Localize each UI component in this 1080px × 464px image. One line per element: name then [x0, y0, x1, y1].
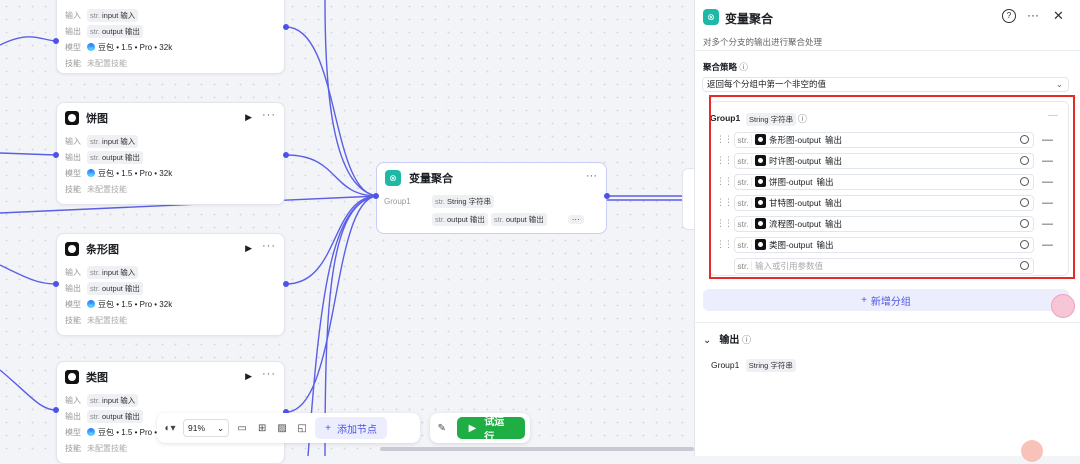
test-run-button[interactable]: ▶ 试运行	[456, 417, 525, 443]
close-icon[interactable]: ✕	[1053, 8, 1064, 24]
input-port[interactable]	[53, 407, 59, 413]
plus-icon: +	[861, 294, 867, 306]
group-output: str. output 输出	[432, 212, 488, 226]
more-icon[interactable]: ···	[586, 170, 597, 182]
doubao-model-icon	[87, 300, 95, 308]
aggregate-node-icon: ⊗	[385, 170, 401, 186]
comment-icon[interactable]: ▭	[235, 423, 249, 434]
info-icon: ⓘ	[739, 62, 748, 72]
run-toolbar: ✎ ▶ 试运行	[430, 413, 530, 443]
minimap-icon[interactable]: ◱	[295, 423, 309, 434]
variable-aggregation-node[interactable]: ⊗ 变量聚合 ··· Group1 str. String 字符串 str. outp…	[376, 162, 607, 234]
help-icon[interactable]: ?	[1002, 9, 1016, 23]
more-icon[interactable]: ···	[262, 109, 276, 121]
output-param: str. output 输出	[87, 409, 143, 423]
horizontal-scrollbar[interactable]	[380, 447, 694, 451]
aggregate-node-icon: ⊗	[703, 9, 719, 25]
doubao-model-icon	[87, 169, 95, 177]
llm-node-top[interactable]: 输入 str. input 输入 输出 str. output 输出 模型 豆包 • 1.…	[56, 0, 285, 74]
model-logo-icon	[65, 370, 79, 384]
play-icon[interactable]: ▶	[245, 112, 252, 123]
output-section-header[interactable]: ⌄ 输出 ⓘ	[703, 331, 751, 346]
play-icon: ▶	[468, 422, 477, 434]
add-node-button[interactable]: + 添加节点	[315, 417, 387, 439]
chevron-down-icon: ⌄	[217, 422, 225, 433]
chevron-down-icon: ⌄	[1055, 79, 1063, 89]
plus-icon: +	[325, 422, 331, 434]
assistant-avatar[interactable]	[1051, 294, 1075, 318]
highlight-box	[709, 95, 1075, 279]
group-type: str. String 字符串	[432, 194, 495, 208]
group-output: str. output 输出	[490, 212, 547, 226]
chevron-down-icon: ⌄	[703, 335, 712, 346]
panel-title: 变量聚合	[725, 12, 774, 26]
output-port[interactable]	[283, 152, 289, 158]
input-param: str. input 输入	[87, 8, 139, 22]
output-param: str. output 输出	[87, 150, 143, 164]
zoom-select[interactable]: 91% ⌄	[183, 419, 230, 437]
more-icon[interactable]: ···	[1027, 8, 1039, 22]
llm-node-pie-chart[interactable]: 饼图 ▶ ··· 输入 str. input 输入 输出 str. output 输出 模型…	[56, 102, 285, 205]
output-param: str. output 输出	[87, 281, 143, 295]
output-port[interactable]	[283, 281, 289, 287]
add-group-button[interactable]: + 新增分组	[703, 289, 1069, 311]
mouse-mode-icon[interactable]: ◐▾	[163, 423, 177, 434]
input-port[interactable]	[53, 152, 59, 158]
play-icon[interactable]: ▶	[245, 371, 252, 382]
strategy-select[interactable]: 返回每个分组中第一个非空的值 ⌄	[702, 77, 1069, 92]
output-port[interactable]	[283, 24, 289, 30]
panel-description: 对多个分支的输出进行聚合处理	[703, 37, 823, 47]
input-param: str. input 输入	[87, 134, 139, 148]
model-logo-icon	[65, 242, 79, 256]
strategy-label: 聚合策略 ⓘ	[703, 62, 748, 72]
model-logo-icon	[65, 111, 79, 125]
workflow-canvas[interactable]: 输入 str. input 输入 输出 str. output 输出 模型 豆包 • 1.…	[0, 0, 698, 464]
layout-icon[interactable]: ⊞	[255, 423, 269, 434]
info-icon: ⓘ	[742, 335, 752, 345]
floating-helper-icon[interactable]	[1021, 440, 1043, 462]
canvas-toolbar: ◐▾ 91% ⌄ ▭ ⊞ ▨ ◱ + 添加节点	[157, 413, 420, 443]
input-port[interactable]	[373, 193, 379, 199]
image-icon[interactable]: ▨	[275, 423, 289, 434]
more-icon[interactable]: ···	[262, 240, 276, 252]
more-icon[interactable]: ···	[567, 214, 584, 224]
input-port[interactable]	[53, 38, 59, 44]
llm-node-bar-chart[interactable]: 条形图 ▶ ··· 输入 str. input 输入 输出 str. output 输出 模…	[56, 233, 285, 336]
input-port[interactable]	[53, 281, 59, 287]
more-icon[interactable]: ···	[262, 368, 276, 380]
input-param: str. input 输入	[87, 265, 139, 279]
output-port[interactable]	[604, 193, 610, 199]
doubao-model-icon	[87, 428, 95, 436]
input-param: str. input 输入	[87, 393, 139, 407]
edit-icon[interactable]: ✎	[435, 423, 449, 434]
doubao-model-icon	[87, 43, 95, 51]
output-param: str. output 输出	[87, 24, 143, 38]
output-group: Group1 String 字符串	[711, 359, 799, 372]
play-icon[interactable]: ▶	[245, 243, 252, 254]
